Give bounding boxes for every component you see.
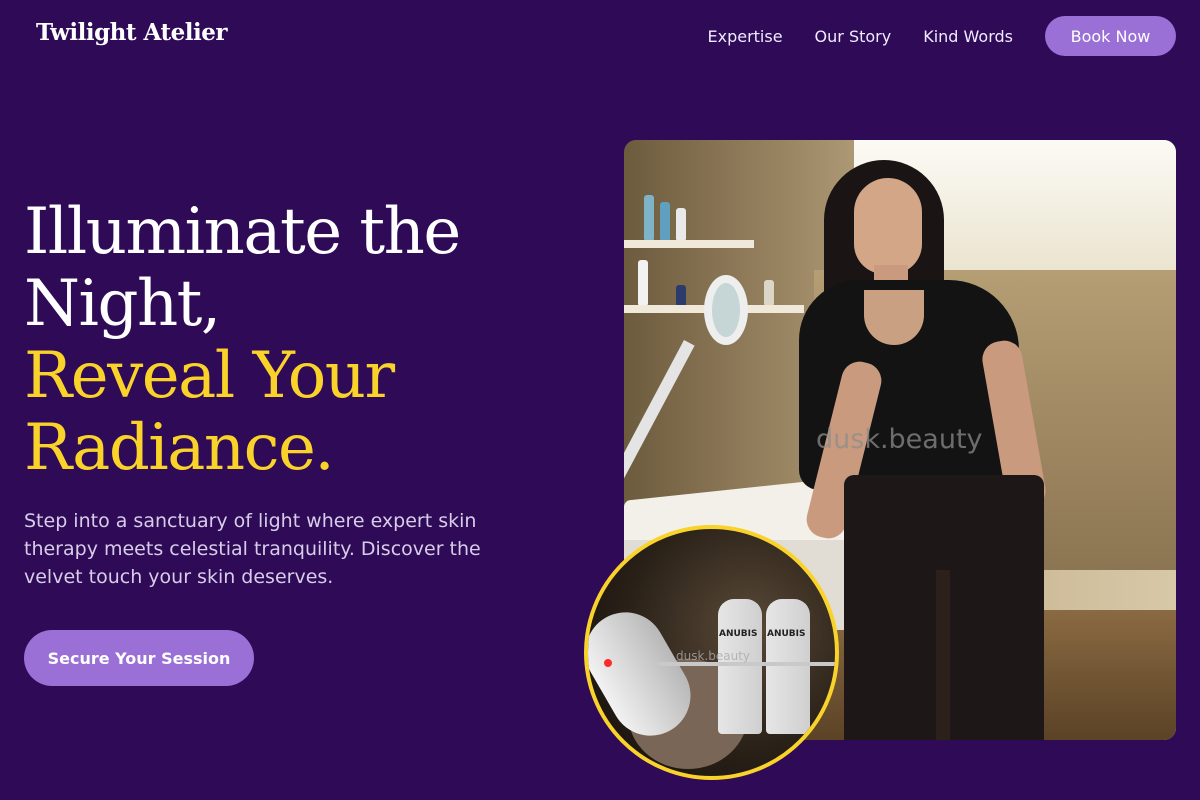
inset-device-led bbox=[604, 659, 612, 667]
headline-line-3: Reveal Your bbox=[24, 339, 395, 413]
inset-photo-treatment: ANUBIS ANUBIS dusk.beauty bbox=[584, 525, 839, 780]
photo-bottle bbox=[676, 285, 686, 305]
photo-bottle bbox=[644, 195, 654, 240]
photo-watermark: dusk.beauty bbox=[816, 424, 983, 455]
photo-bottle bbox=[676, 208, 686, 240]
nav-link-our-story[interactable]: Our Story bbox=[815, 27, 892, 46]
nav-links: Expertise Our Story Kind Words Book Now bbox=[707, 16, 1176, 56]
secure-session-button[interactable]: Secure Your Session bbox=[24, 630, 254, 686]
photo-magnifier-lamp bbox=[704, 275, 748, 345]
photo-bottle bbox=[660, 202, 670, 240]
inset-bottle bbox=[766, 599, 810, 734]
photo-person-face bbox=[854, 178, 922, 274]
inset-watermark: dusk.beauty bbox=[676, 649, 751, 663]
photo-lamp-arm bbox=[624, 340, 695, 487]
headline-line-1: Illuminate the bbox=[24, 195, 461, 269]
book-now-button[interactable]: Book Now bbox=[1045, 16, 1176, 56]
inset-bottle-label: ANUBIS bbox=[767, 629, 806, 639]
nav-link-expertise[interactable]: Expertise bbox=[707, 27, 782, 46]
photo-pants-gap bbox=[936, 570, 950, 740]
hero-subtitle: Step into a sanctuary of light where exp… bbox=[24, 510, 481, 588]
headline-line-2: Night, bbox=[24, 267, 221, 341]
photo-bottle bbox=[764, 280, 774, 305]
top-navigation: Twilight Atelier Expertise Our Story Kin… bbox=[0, 0, 1200, 72]
inset-bottle-label: ANUBIS bbox=[719, 629, 758, 639]
nav-link-kind-words[interactable]: Kind Words bbox=[923, 27, 1013, 46]
inset-bottle bbox=[718, 599, 762, 734]
photo-bottle bbox=[638, 260, 648, 305]
photo-shelf bbox=[624, 240, 754, 248]
hero-headline: Illuminate the Night, Reveal Your Radian… bbox=[24, 196, 584, 484]
headline-line-4: Radiance. bbox=[24, 411, 335, 485]
brand-logo[interactable]: Twilight Atelier bbox=[36, 19, 227, 46]
